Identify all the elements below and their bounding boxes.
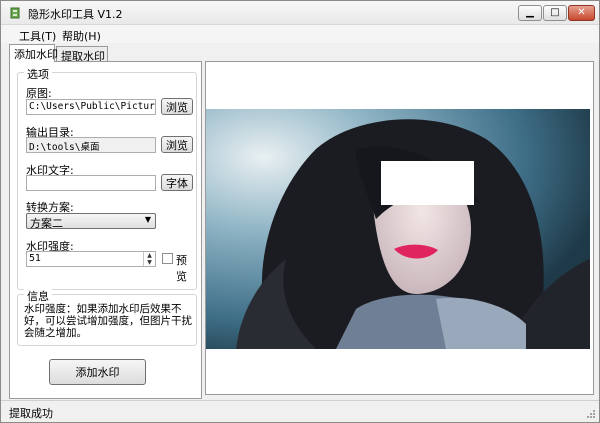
info-legend: 信息	[24, 288, 52, 304]
preview-label: 预览	[176, 254, 187, 283]
title-bar[interactable]: 隐形水印工具 V1.2 ▁ □ ✕	[1, 1, 599, 25]
source-path-input[interactable]: C:\Users\Public\Pictures\Sa	[26, 99, 156, 115]
info-text: 水印强度：如果添加水印后效果不好，可以尝试增加强度，但图片干扰会随之增加。	[24, 303, 192, 339]
image-preview	[205, 61, 594, 395]
watermark-text-input[interactable]	[26, 175, 156, 191]
tab-add-watermark[interactable]: 添加水印	[9, 44, 58, 62]
browse-output-button[interactable]: 浏览	[161, 136, 193, 153]
info-group: 信息 水印强度：如果添加水印后效果不好，可以尝试增加强度，但图片干扰会随之增加。	[17, 288, 197, 346]
chevron-down-icon: ▼	[144, 215, 151, 224]
scheme-select[interactable]: 方案二 ▼	[26, 213, 156, 230]
resize-grip-icon[interactable]	[586, 409, 596, 419]
menu-tools[interactable]: 工具(T)	[19, 28, 56, 44]
preview-photo	[206, 109, 590, 349]
menu-help[interactable]: 帮助(H)	[62, 28, 101, 44]
spin-buttons[interactable]: ▲ ▼	[143, 252, 155, 266]
spin-down-icon[interactable]: ▼	[144, 259, 155, 266]
window-title: 隐形水印工具 V1.2	[28, 8, 123, 21]
output-dir-input[interactable]: D:\tools\桌面	[26, 137, 156, 153]
preview-checkbox[interactable]	[162, 253, 173, 264]
close-button[interactable]: ✕	[568, 5, 595, 21]
add-watermark-button[interactable]: 添加水印	[49, 359, 146, 385]
minimize-button[interactable]: ▁	[518, 5, 542, 21]
options-legend: 选项	[24, 66, 52, 82]
maximize-button[interactable]: □	[543, 5, 567, 21]
scheme-selected: 方案二	[30, 217, 63, 230]
close-icon: ✕	[577, 7, 586, 18]
maximize-icon: □	[550, 7, 560, 18]
tab-extract-watermark[interactable]: 提取水印	[56, 46, 108, 63]
status-text: 提取成功	[9, 407, 53, 420]
app-window: 隐形水印工具 V1.2 ▁ □ ✕ 工具(T) 帮助(H) 添加水印 提取水印 …	[0, 0, 600, 423]
minimize-icon: ▁	[526, 7, 534, 18]
status-bar: 提取成功	[1, 400, 599, 422]
settings-panel: 选项 原图: C:\Users\Public\Pictures\Sa 浏览 输出…	[9, 61, 202, 399]
browse-source-button[interactable]: 浏览	[161, 98, 193, 115]
options-group: 选项 原图: C:\Users\Public\Pictures\Sa 浏览 输出…	[17, 66, 197, 290]
strength-value: 51	[29, 253, 42, 264]
menu-bar: 工具(T) 帮助(H)	[1, 25, 599, 43]
spin-up-icon[interactable]: ▲	[144, 252, 155, 259]
app-icon	[10, 7, 20, 19]
strength-stepper[interactable]: 51 ▲ ▼	[26, 251, 156, 267]
font-button[interactable]: 字体	[161, 174, 193, 191]
